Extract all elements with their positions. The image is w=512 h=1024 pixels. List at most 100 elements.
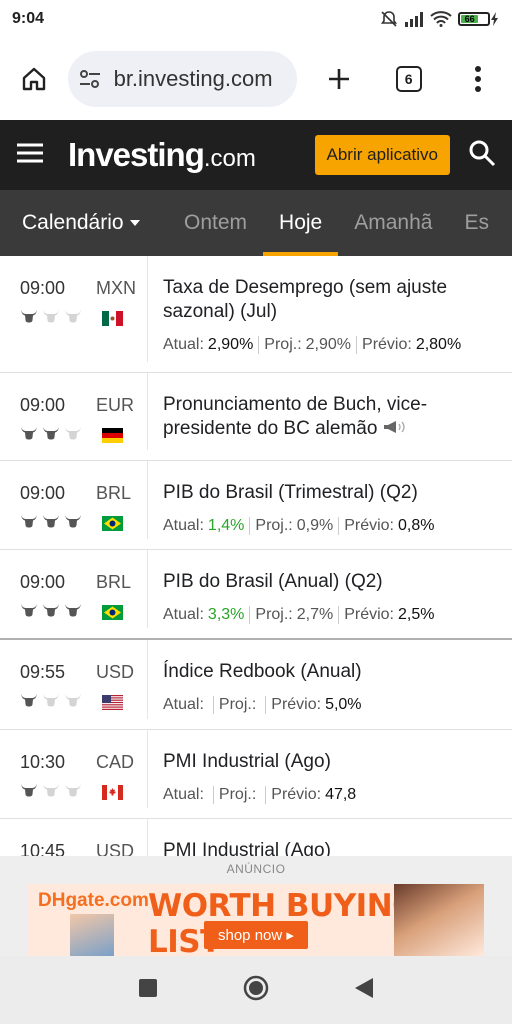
- importance-bull-icon: [64, 426, 82, 445]
- event-details: PMI Industrial (Ago) Atual: Proj.: Prévio: 4…: [148, 730, 512, 818]
- previous-value: 47,8: [325, 786, 357, 803]
- tab-esta-semana[interactable]: Es: [448, 190, 505, 256]
- previous-label: Prévio:: [271, 786, 322, 803]
- status-time: 9:04: [12, 10, 45, 27]
- previous-value: 5,0%: [325, 696, 362, 713]
- tab-switcher-button[interactable]: 6: [389, 59, 429, 99]
- event-title: Pronunciamento de Buch, vice-presidente …: [163, 394, 428, 439]
- importance-bull-icon: [64, 693, 82, 712]
- previous-label: Prévio:: [344, 606, 394, 623]
- tab-hoje[interactable]: Hoje: [263, 190, 339, 256]
- menu-icon: [17, 143, 43, 162]
- germany-flag-icon: [102, 428, 123, 443]
- home-button[interactable]: [14, 59, 54, 99]
- importance-bull-icon: [64, 603, 82, 622]
- event-time: 09:00: [20, 483, 66, 503]
- event-values: Atual: 3,3% Proj.: 2,7% Prévio: 2,5%: [163, 606, 496, 624]
- event-row[interactable]: 09:55 USD Índice Redbook (Anual) Atual: Proj…: [0, 640, 512, 730]
- event-time: 10:45: [20, 841, 66, 856]
- event-values: Atual: 2,90% Proj.: 2,90% Prévio: 2,80%: [163, 336, 496, 354]
- event-meta: 10:45 USD: [0, 819, 148, 856]
- event-meta: 09:00 BRL: [0, 550, 148, 628]
- importance-rating: [20, 426, 82, 445]
- url-text: br.investing.com: [113, 66, 273, 91]
- event-row[interactable]: 10:30 CAD PMI Industrial (Ago) Atual: Proj.:…: [0, 730, 512, 819]
- open-app-button[interactable]: Abrir aplicativo: [314, 135, 450, 175]
- hamburger-menu-button[interactable]: [16, 142, 44, 169]
- event-time: 09:00: [20, 572, 66, 592]
- site-settings-icon[interactable]: [78, 69, 102, 89]
- event-currency: USD: [96, 662, 135, 682]
- home-icon: [22, 67, 45, 91]
- event-meta: 09:00 EUR: [0, 373, 148, 450]
- importance-bull-icon: [20, 693, 38, 712]
- new-tab-button[interactable]: [319, 59, 359, 99]
- more-vert-icon: [475, 66, 482, 92]
- forecast-label: Proj.:: [218, 786, 257, 803]
- events-list: 09:00 MXN Taxa de Desemprego (sem ajuste s…: [0, 256, 512, 856]
- actual-label: Atual:: [163, 336, 204, 353]
- forecast-label: Proj.:: [218, 696, 257, 713]
- ad-brand-logo: DHgate.com: [38, 890, 149, 912]
- event-time: 10:30: [20, 752, 66, 772]
- actual-label: Atual:: [163, 696, 204, 713]
- importance-bull-icon: [20, 603, 38, 622]
- importance-bull-icon: [20, 514, 38, 533]
- signal-icon: [405, 12, 423, 27]
- search-icon: [469, 140, 496, 166]
- ad-product-image: [70, 914, 114, 956]
- back-button[interactable]: [355, 977, 373, 1003]
- address-bar[interactable]: br.investing.com: [67, 51, 298, 107]
- battery-level: 66: [461, 15, 479, 24]
- event-meta: 10:30 CAD: [0, 730, 148, 808]
- charging-icon: [491, 12, 498, 26]
- event-row[interactable]: 09:00 MXN Taxa de Desemprego (sem ajuste s…: [0, 256, 512, 373]
- event-title: Índice Redbook (Anual): [163, 661, 362, 682]
- system-nav-bar: [0, 956, 512, 1024]
- event-title: PIB do Brasil (Trimestral) (Q2): [163, 482, 418, 503]
- event-time: 09:55: [20, 662, 66, 682]
- logo-suffix: .com: [203, 145, 256, 172]
- ad-banner[interactable]: DHgate.com WORTH BUYING LIST shop now ▸: [28, 884, 484, 956]
- usa-flag-icon: [102, 695, 123, 710]
- tab-ontem[interactable]: Ontem: [168, 190, 263, 256]
- event-meta: 09:00 MXN: [0, 256, 148, 362]
- event-details: PIB do Brasil (Anual) (Q2) Atual: 3,3% Proj…: [148, 550, 512, 638]
- previous-value: 0,8%: [398, 517, 435, 534]
- logo-main: Investing: [68, 136, 205, 173]
- importance-rating: [20, 603, 82, 622]
- ad-brand-main: DH: [38, 890, 66, 911]
- canada-flag-icon: [102, 785, 123, 800]
- ad-container: ANÚNCIO DHgate.com WORTH BUYING LIST sho…: [0, 856, 512, 956]
- status-icons: 66: [380, 10, 500, 28]
- importance-bull-icon: [42, 309, 60, 328]
- calendar-dropdown[interactable]: Calendário: [0, 190, 168, 256]
- event-row[interactable]: 09:00 BRL PIB do Brasil (Trimestral) (Q2) A…: [0, 461, 512, 550]
- event-values: Atual: 1,4% Proj.: 0,9% Prévio: 0,8%: [163, 517, 496, 535]
- event-row[interactable]: 09:00 EUR Pronunciamento de Buch, vice-pre…: [0, 373, 512, 461]
- importance-rating: [20, 693, 82, 712]
- shop-now-button[interactable]: shop now ▸: [204, 921, 308, 949]
- actual-label: Atual:: [163, 786, 204, 803]
- event-row[interactable]: 09:00 BRL PIB do Brasil (Anual) (Q2) Atual:…: [0, 550, 512, 640]
- search-button[interactable]: [468, 139, 496, 172]
- mexico-flag-icon: [102, 311, 123, 326]
- event-title: PMI Industrial (Ago): [163, 751, 331, 772]
- importance-bull-icon: [64, 309, 82, 328]
- recents-button[interactable]: [139, 978, 157, 1002]
- event-currency: USD: [96, 841, 135, 856]
- browser-menu-button[interactable]: [458, 59, 498, 99]
- tab-amanha[interactable]: Amanhã: [338, 190, 448, 256]
- status-bar: 9:04 66: [0, 0, 512, 38]
- importance-bull-icon: [42, 693, 60, 712]
- caret-down-icon: [129, 220, 140, 226]
- home-nav-button[interactable]: [243, 975, 269, 1006]
- investing-logo[interactable]: Investing.com: [68, 136, 256, 174]
- actual-value: 1,4%: [207, 517, 245, 534]
- importance-bull-icon: [64, 783, 82, 802]
- event-currency: EUR: [96, 395, 135, 415]
- event-time: 09:00: [20, 395, 66, 415]
- event-values: Atual: Proj.: Prévio: 5,0%: [163, 696, 496, 714]
- event-row[interactable]: 10:45 USD PMI Industrial (Ago): [0, 819, 512, 856]
- previous-value: 2,80%: [415, 336, 462, 353]
